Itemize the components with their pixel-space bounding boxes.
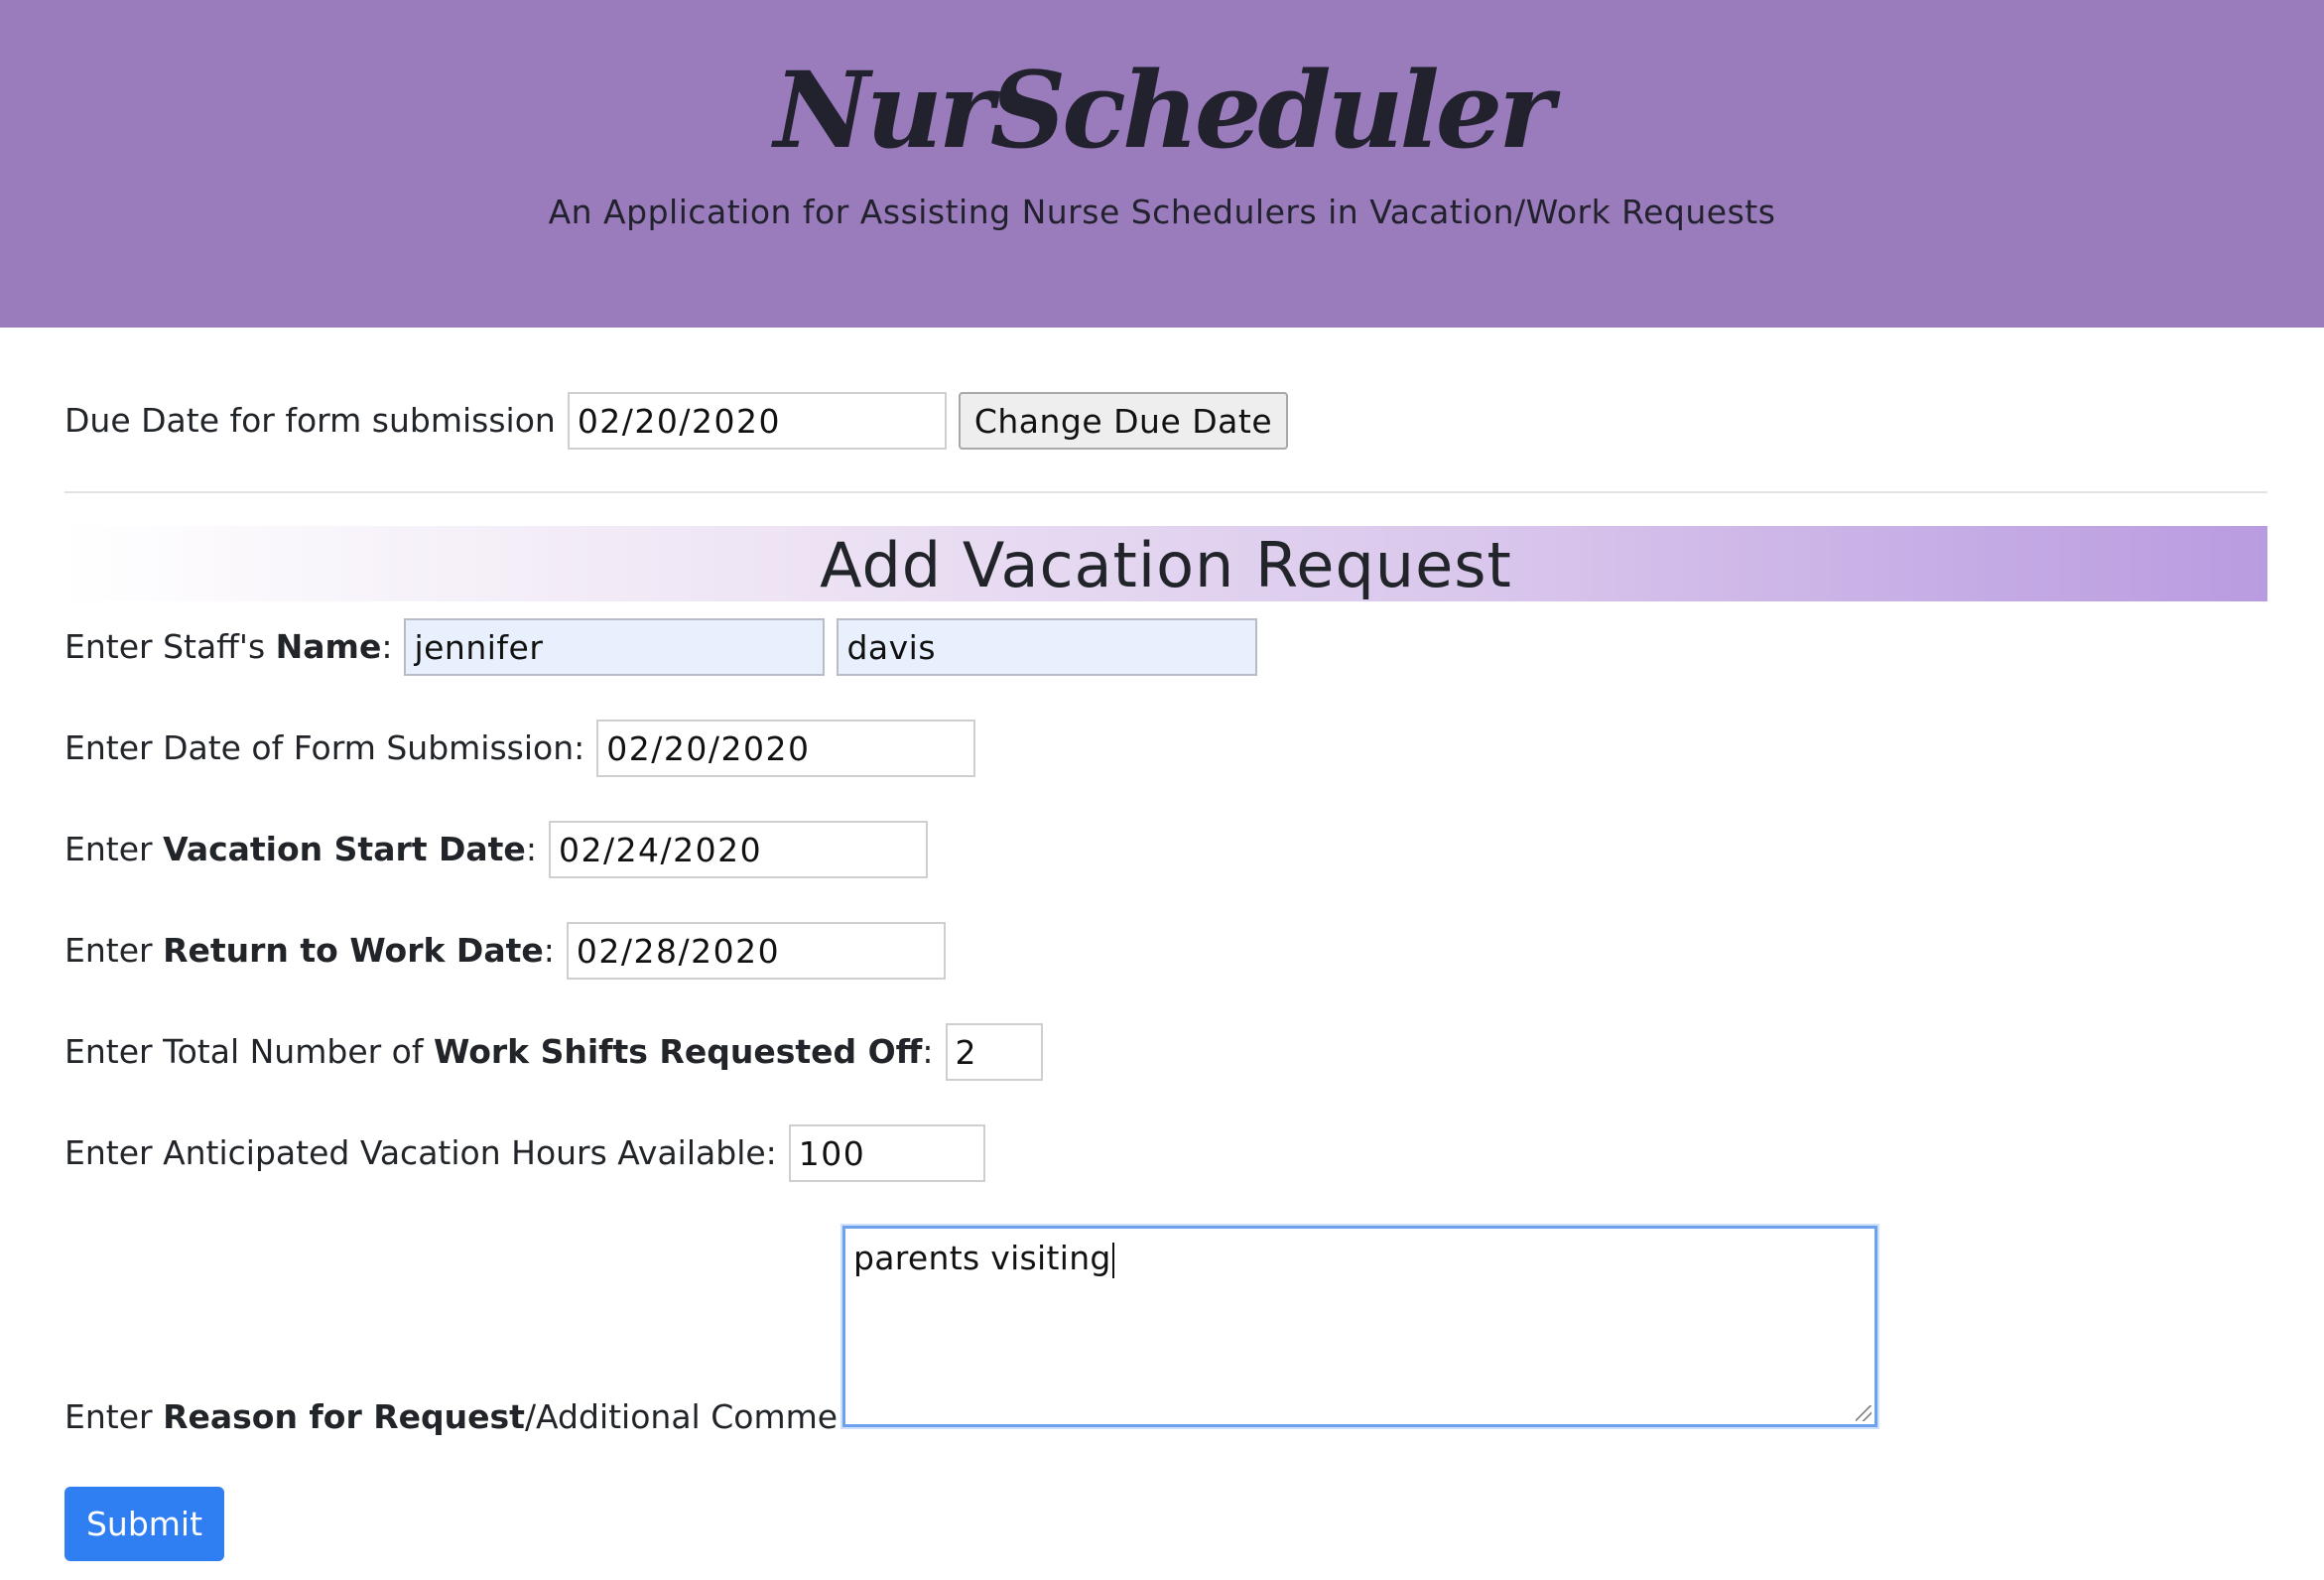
staff-name-row: Enter Staff's Name: jennifer davis	[65, 617, 1258, 677]
vacation-start-input[interactable]: 02/24/2020	[548, 821, 928, 878]
comments-row: Enter Reason for Request/Additional Comm…	[65, 1387, 899, 1447]
vacation-start-label: Enter Vacation Start Date:	[65, 830, 537, 868]
vacation-hours-input[interactable]: 100	[788, 1124, 985, 1182]
section-title: Add Vacation Request	[820, 529, 1512, 601]
return-date-label: Enter Return to Work Date:	[65, 931, 555, 970]
resize-grip-icon[interactable]	[1856, 1405, 1872, 1421]
last-name-input[interactable]: davis	[837, 618, 1258, 676]
app-subtitle: An Application for Assisting Nurse Sched…	[548, 193, 1776, 231]
submission-date-label: Enter Date of Form Submission:	[65, 728, 585, 767]
submit-button[interactable]: Submit	[65, 1487, 224, 1561]
submission-date-input[interactable]: 02/20/2020	[596, 720, 976, 777]
vacation-hours-row: Enter Anticipated Vacation Hours Availab…	[65, 1123, 985, 1183]
comments-text: parents visiting	[853, 1239, 1111, 1277]
comments-textarea[interactable]: parents visiting	[842, 1226, 1877, 1427]
due-date-label: Due Date for form submission	[65, 401, 556, 440]
change-due-date-button[interactable]: Change Due Date	[958, 392, 1289, 450]
section-banner: Add Vacation Request	[65, 526, 2267, 601]
shifts-off-row: Enter Total Number of Work Shifts Reques…	[65, 1022, 1043, 1082]
due-date-input[interactable]: 02/20/2020	[567, 392, 947, 450]
return-date-input[interactable]: 02/28/2020	[566, 922, 946, 980]
return-date-row: Enter Return to Work Date: 02/28/2020	[65, 921, 946, 981]
text-caret	[1111, 1242, 1114, 1278]
app-title: NurScheduler	[773, 48, 1554, 172]
app-header: NurScheduler An Application for Assistin…	[0, 0, 2324, 328]
comments-label: Enter Reason for Request/Additional Comm…	[65, 1397, 900, 1436]
vacation-hours-label: Enter Anticipated Vacation Hours Availab…	[65, 1133, 777, 1172]
vacation-start-row: Enter Vacation Start Date: 02/24/2020	[65, 820, 928, 879]
first-name-input[interactable]: jennifer	[404, 618, 826, 676]
shifts-off-input[interactable]: 2	[945, 1023, 1043, 1081]
staff-name-label: Enter Staff's Name:	[65, 627, 393, 666]
shifts-off-label: Enter Total Number of Work Shifts Reques…	[65, 1032, 934, 1071]
divider	[65, 491, 2267, 493]
submission-date-row: Enter Date of Form Submission: 02/20/202…	[65, 719, 976, 778]
due-date-row: Due Date for form submission 02/20/2020 …	[65, 391, 1289, 451]
